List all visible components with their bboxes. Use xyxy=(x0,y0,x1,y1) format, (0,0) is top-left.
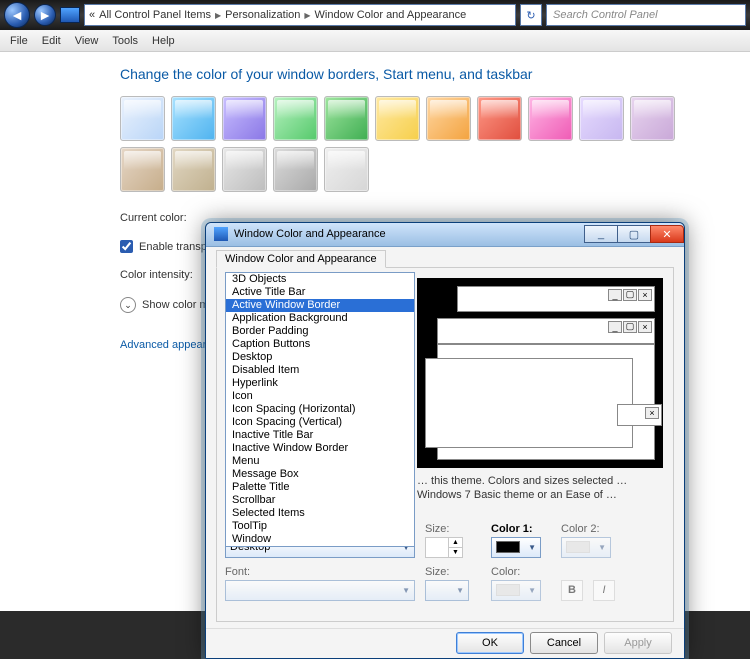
menu-bar: File Edit View Tools Help xyxy=(0,30,750,52)
menu-edit[interactable]: Edit xyxy=(42,35,61,47)
dialog-title: Window Color and Appearance xyxy=(234,228,585,240)
color-swatch[interactable] xyxy=(273,147,318,192)
dropdown-item[interactable]: Disabled Item xyxy=(226,364,414,377)
appearance-preview: _▢× _▢× × xyxy=(417,278,663,468)
close-button[interactable]: ✕ xyxy=(650,225,684,243)
breadcrumb[interactable]: Window Color and Appearance xyxy=(315,9,467,21)
italic-toggle: I xyxy=(593,580,615,601)
ok-button[interactable]: OK xyxy=(456,632,524,654)
color-swatch[interactable] xyxy=(120,96,165,141)
font-size-label: Size: xyxy=(425,566,481,578)
item-dropdown-list[interactable]: 3D ObjectsActive Title BarActive Window … xyxy=(225,272,415,547)
dropdown-item[interactable]: Inactive Window Border xyxy=(226,442,414,455)
dropdown-item[interactable]: Caption Buttons xyxy=(226,338,414,351)
color2-label: Color 2: xyxy=(561,523,621,535)
forward-button[interactable]: ► xyxy=(34,4,56,26)
bold-toggle: B xyxy=(561,580,583,601)
dropdown-item[interactable]: Border Padding xyxy=(226,325,414,338)
cancel-button[interactable]: Cancel xyxy=(530,632,598,654)
color-swatch[interactable] xyxy=(426,96,471,141)
search-placeholder: Search Control Panel xyxy=(553,9,658,21)
transparency-input[interactable] xyxy=(120,240,133,253)
page-heading: Change the color of your window borders,… xyxy=(120,66,730,82)
color-swatch-grid xyxy=(120,96,680,192)
dropdown-item[interactable]: Scrollbar xyxy=(226,494,414,507)
page-content: Change the color of your window borders,… xyxy=(0,52,750,611)
breadcrumb-prefix: « xyxy=(89,9,95,21)
color-swatch[interactable] xyxy=(477,96,522,141)
search-input[interactable]: Search Control Panel xyxy=(546,4,746,26)
size-label: Size: xyxy=(425,523,481,535)
back-button[interactable]: ◄ xyxy=(4,2,30,28)
explorer-titlebar: ◄ ► « All Control Panel Items ▶ Personal… xyxy=(0,0,750,30)
size-spinner[interactable]: ▲▼ xyxy=(425,537,463,558)
refresh-button[interactable]: ↻ xyxy=(520,4,542,26)
appearance-dialog: Window Color and Appearance _ ▢ ✕ Window… xyxy=(205,222,685,659)
dropdown-item[interactable]: ToolTip xyxy=(226,520,414,533)
breadcrumb[interactable]: All Control Panel Items xyxy=(99,9,211,21)
dropdown-item[interactable]: Selected Items xyxy=(226,507,414,520)
apply-button: Apply xyxy=(604,632,672,654)
font-label: Font: xyxy=(225,566,415,578)
dialog-titlebar[interactable]: Window Color and Appearance _ ▢ ✕ xyxy=(206,223,684,247)
dropdown-item[interactable]: Icon xyxy=(226,390,414,403)
color-swatch[interactable] xyxy=(171,147,216,192)
color-swatch[interactable] xyxy=(222,96,267,141)
color-swatch[interactable] xyxy=(528,96,573,141)
menu-file[interactable]: File xyxy=(10,35,28,47)
address-bar[interactable]: « All Control Panel Items ▶ Personalizat… xyxy=(84,4,516,26)
dropdown-item[interactable]: Desktop xyxy=(226,351,414,364)
font-size-combobox: ▼ xyxy=(425,580,469,601)
font-color-picker: ▼ xyxy=(491,580,541,601)
color-swatch[interactable] xyxy=(324,96,369,141)
font-color-label: Color: xyxy=(491,566,551,578)
dropdown-item[interactable]: Menu xyxy=(226,455,414,468)
dropdown-item[interactable]: 3D Objects xyxy=(226,273,414,286)
minimize-button[interactable]: _ xyxy=(584,225,618,243)
preview-note: … this theme. Colors and sizes selected … xyxy=(417,474,663,503)
chevron-down-icon: ⌄ xyxy=(120,297,136,313)
menu-help[interactable]: Help xyxy=(152,35,175,47)
maximize-button[interactable]: ▢ xyxy=(617,225,651,243)
color-swatch[interactable] xyxy=(324,147,369,192)
dropdown-item[interactable]: Active Window Border xyxy=(226,299,414,312)
color-swatch[interactable] xyxy=(375,96,420,141)
tab-appearance[interactable]: Window Color and Appearance xyxy=(216,250,386,268)
dropdown-item[interactable]: Icon Spacing (Horizontal) xyxy=(226,403,414,416)
color1-picker[interactable]: ▼ xyxy=(491,537,541,558)
control-panel-icon xyxy=(60,7,80,23)
color-swatch[interactable] xyxy=(120,147,165,192)
color-swatch[interactable] xyxy=(579,96,624,141)
dropdown-item[interactable]: Hyperlink xyxy=(226,377,414,390)
color-swatch[interactable] xyxy=(273,96,318,141)
dropdown-item[interactable]: Icon Spacing (Vertical) xyxy=(226,416,414,429)
menu-tools[interactable]: Tools xyxy=(112,35,138,47)
font-row: Font: ▼ Size: ▼ Color: ▼ B I xyxy=(225,566,665,601)
menu-view[interactable]: View xyxy=(75,35,99,47)
chevron-right-icon: ▶ xyxy=(304,11,310,20)
dropdown-item[interactable]: Inactive Title Bar xyxy=(226,429,414,442)
dropdown-item[interactable]: Active Title Bar xyxy=(226,286,414,299)
color2-picker: ▼ xyxy=(561,537,611,558)
dialog-icon xyxy=(214,227,228,241)
color-swatch[interactable] xyxy=(222,147,267,192)
dialog-button-bar: OK Cancel Apply xyxy=(206,628,684,658)
dropdown-item[interactable]: Window xyxy=(226,533,414,546)
color-swatch[interactable] xyxy=(171,96,216,141)
chevron-right-icon: ▶ xyxy=(215,11,221,20)
color1-label: Color 1: xyxy=(491,523,551,535)
font-combobox: ▼ xyxy=(225,580,415,601)
dropdown-item[interactable]: Message Box xyxy=(226,468,414,481)
caption-buttons: _ ▢ ✕ xyxy=(585,225,684,243)
dropdown-item[interactable]: Application Background xyxy=(226,312,414,325)
tab-panel: _▢× _▢× × … this theme. Colors and sizes… xyxy=(216,267,674,622)
breadcrumb[interactable]: Personalization xyxy=(225,9,300,21)
dialog-body: Window Color and Appearance _▢× _▢× × … … xyxy=(206,247,684,628)
dropdown-item[interactable]: Palette Title xyxy=(226,481,414,494)
color-swatch[interactable] xyxy=(630,96,675,141)
